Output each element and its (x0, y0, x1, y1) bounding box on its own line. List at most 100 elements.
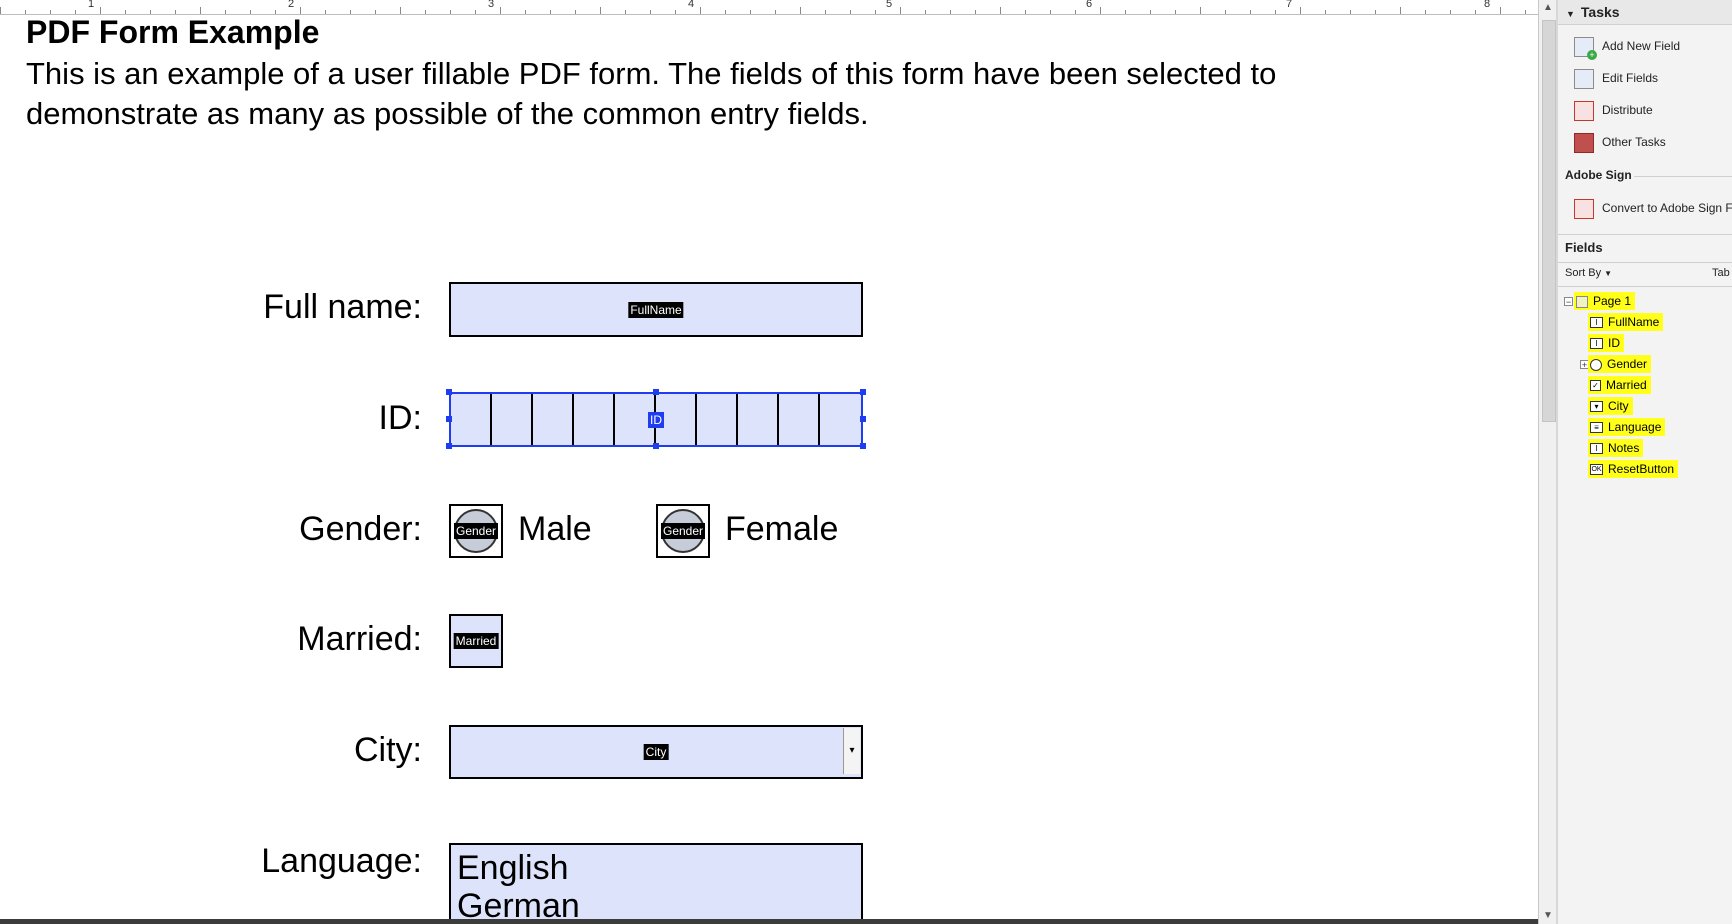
married-checkbox[interactable]: Married (449, 614, 503, 668)
list-item[interactable]: English (457, 849, 569, 888)
edit-fields-button[interactable]: Edit Fields (1574, 63, 1658, 93)
ruler-tick (1075, 10, 1076, 14)
resize-handle[interactable] (653, 443, 659, 449)
ruler-tick (675, 10, 676, 14)
ruler-tick (500, 7, 501, 14)
ruler-tick (1200, 7, 1201, 14)
tasks-header-label: Tasks (1580, 4, 1620, 20)
other-tasks-button[interactable]: Other Tasks (1574, 127, 1666, 157)
married-label: Married: (297, 620, 422, 658)
full-name-label: Full name: (263, 288, 422, 326)
radio-group-icon (1590, 358, 1602, 371)
ruler-tick (1450, 10, 1451, 14)
ruler-tick (1425, 10, 1426, 14)
page-description: This is an example of a user fillable PD… (26, 56, 1277, 131)
ruler-tick (800, 7, 801, 14)
tree-item-gender[interactable]: Gender (1588, 355, 1652, 373)
collapse-tree-icon[interactable]: − (1564, 297, 1573, 307)
ruler-tick (1050, 10, 1051, 14)
ruler-tick (1250, 10, 1251, 14)
tasks-header[interactable]: ▼ Tasks (1558, 0, 1732, 25)
ruler-number-7: 7 (1286, 0, 1293, 10)
city-dropdown[interactable]: City ▾ (449, 725, 863, 779)
chevron-down-icon: ▼ (1604, 269, 1613, 278)
add-field-icon: + (1574, 36, 1597, 60)
sort-by-label: Sort By (1565, 267, 1602, 279)
tree-item-language[interactable]: ≡ Language (1588, 418, 1666, 436)
ruler-tick (400, 7, 401, 14)
tree-item-notes[interactable]: I Notes (1588, 439, 1644, 457)
ruler-tick (875, 10, 876, 14)
ruler-tick (1500, 7, 1501, 14)
tree-item-label: Notes (1608, 441, 1640, 455)
tree-item-label: ResetButton (1608, 462, 1675, 476)
scroll-up-icon[interactable]: ▲ (1539, 0, 1557, 16)
ruler-tick (575, 10, 576, 14)
language-label: Language: (261, 842, 422, 880)
ruler-tick (525, 10, 526, 14)
resize-handle[interactable] (860, 416, 866, 422)
language-listbox[interactable]: English German (449, 843, 863, 924)
resize-handle[interactable] (860, 443, 866, 449)
tree-item-city[interactable]: ▾ City (1588, 397, 1633, 415)
text-field-icon: I (1590, 317, 1603, 329)
resize-handle[interactable] (446, 443, 452, 449)
gender-female-radio[interactable]: Gender (656, 504, 710, 558)
toolbox-icon (1574, 132, 1594, 153)
list-box-icon: ≡ (1590, 422, 1603, 434)
dropdown-arrow-icon[interactable]: ▾ (843, 728, 860, 774)
ruler-tick (1325, 10, 1326, 14)
ruler-tick (450, 10, 451, 14)
tree-item-label: Gender (1607, 357, 1648, 371)
tree-item-label: City (1608, 399, 1629, 413)
city-field-tag: City (643, 744, 669, 760)
ruler-tick (650, 10, 651, 14)
gender-male-radio[interactable]: Gender (449, 504, 503, 558)
ruler-tick (950, 10, 951, 14)
resize-handle[interactable] (446, 416, 452, 422)
ruler-number-4: 4 (688, 0, 695, 10)
vertical-scrollbar[interactable]: ▲ ▼ (1538, 0, 1557, 924)
ruler-tick (625, 10, 626, 14)
gender-male-tag: Gender (453, 523, 499, 539)
tree-item-label: Language (1608, 420, 1662, 434)
sort-by-dropdown[interactable]: Sort By ▼ (1565, 267, 1612, 279)
ruler-tick (1150, 10, 1151, 14)
horizontal-ruler: 1 2 3 4 5 6 7 8 (0, 0, 1538, 15)
ruler-tick (1025, 10, 1026, 14)
tree-item-id[interactable]: I ID (1588, 334, 1624, 352)
ruler-tick (1275, 10, 1276, 14)
convert-to-adobe-sign-button[interactable]: Convert to Adobe Sign F (1574, 193, 1732, 223)
ruler-tick (1525, 10, 1526, 14)
id-field[interactable]: ID (449, 392, 863, 447)
adobe-sign-icon (1574, 198, 1594, 219)
fields-header: Fields (1565, 240, 1603, 255)
ruler-tick (1000, 7, 1001, 14)
gender-male-label: Male (518, 510, 592, 548)
section-divider (1558, 234, 1732, 235)
task-label: Convert to Adobe Sign F (1602, 201, 1732, 215)
ruler-tick (1375, 10, 1376, 14)
gender-female-tag: Gender (660, 523, 706, 539)
tree-item-page-1[interactable]: Page 1 (1574, 292, 1636, 310)
section-divider (1558, 286, 1732, 287)
scroll-down-icon[interactable]: ▼ (1539, 908, 1557, 924)
resize-handle[interactable] (860, 389, 866, 395)
distribute-button[interactable]: Distribute (1574, 95, 1653, 125)
tab-order-button[interactable]: Tab (1712, 267, 1730, 279)
ruler-tick (1300, 7, 1301, 14)
resize-handle[interactable] (653, 389, 659, 395)
full-name-field[interactable]: FullName (449, 282, 863, 337)
tree-item-married[interactable]: ✓ Married (1588, 376, 1651, 394)
ruler-tick (600, 7, 601, 14)
tree-item-fullname[interactable]: I FullName (1588, 313, 1664, 331)
button-icon: OK (1590, 464, 1603, 476)
gender-label: Gender: (299, 510, 422, 548)
scrollbar-thumb[interactable] (1542, 20, 1556, 422)
section-divider (1558, 262, 1732, 263)
tree-item-resetbutton[interactable]: OK ResetButton (1588, 460, 1679, 478)
add-new-field-button[interactable]: + Add New Field (1574, 31, 1680, 61)
tree-item-label: Page 1 (1593, 294, 1632, 308)
document-view[interactable]: 1 2 3 4 5 6 7 8 PDF Form Example This is… (0, 0, 1538, 924)
resize-handle[interactable] (446, 389, 452, 395)
